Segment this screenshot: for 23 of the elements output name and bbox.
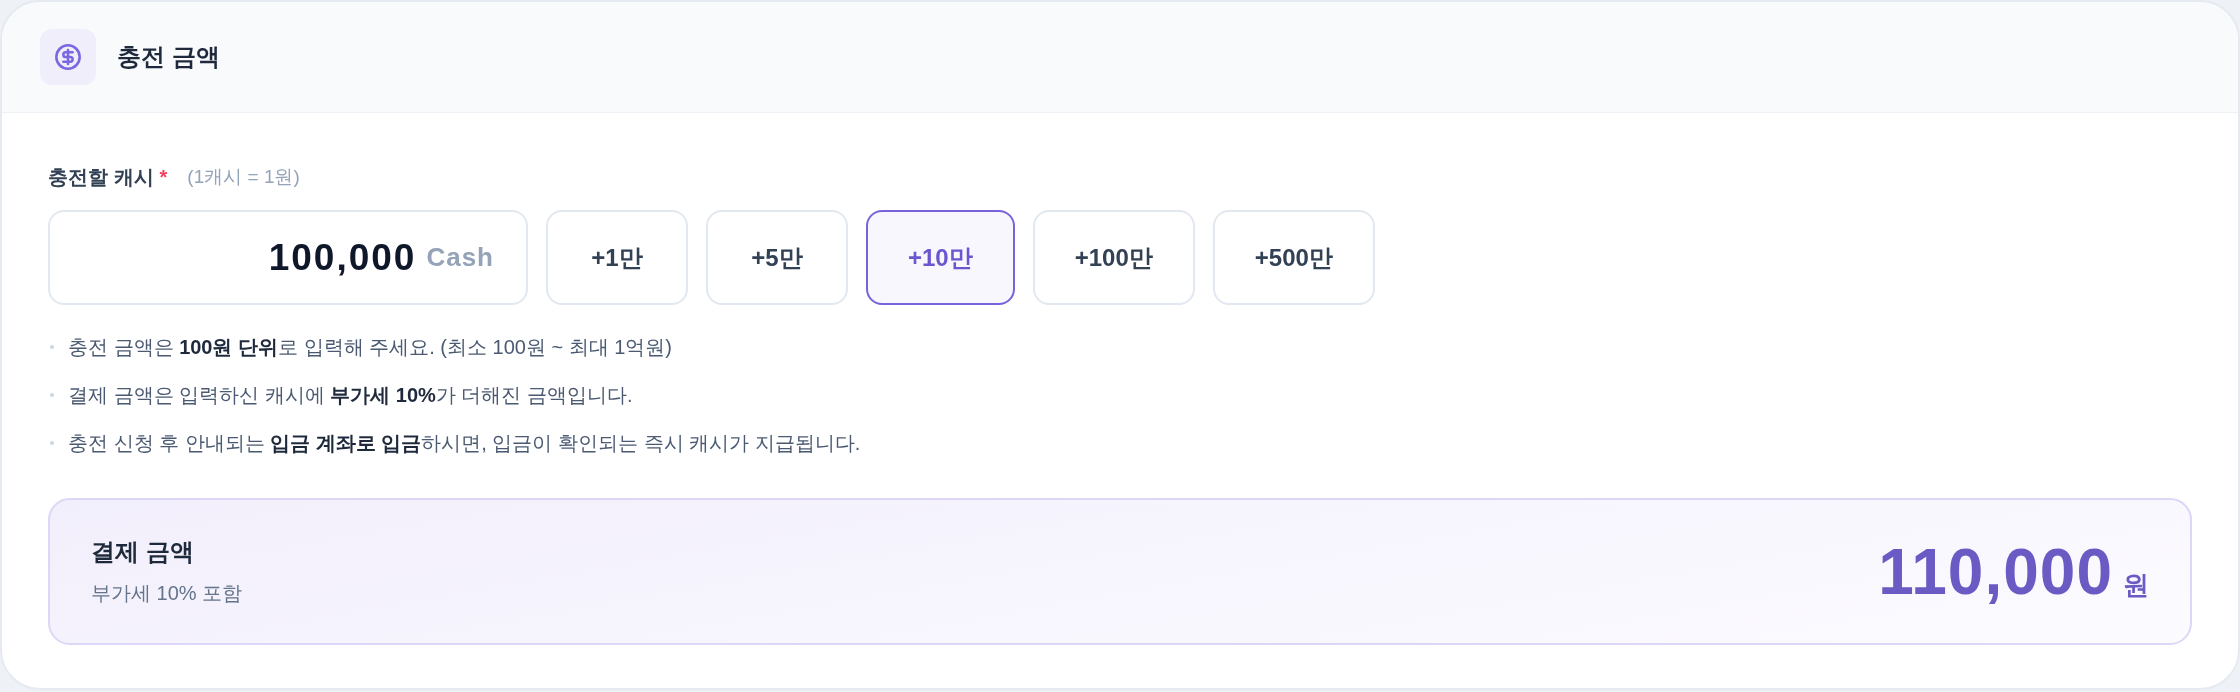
quick-amount-button[interactable]: +1만 bbox=[546, 210, 688, 305]
required-mark: * bbox=[159, 165, 168, 189]
dollar-coin-icon bbox=[40, 29, 96, 85]
note-text: 결제 금액은 입력하신 캐시에 부가세 10%가 더해진 금액입니다. bbox=[68, 382, 633, 408]
field-label: 충전할 캐시 bbox=[48, 164, 154, 190]
amount-input[interactable]: 100,000 bbox=[258, 235, 417, 280]
bullet-dot-icon bbox=[50, 345, 54, 349]
field-hint: (1캐시 = 1원) bbox=[187, 165, 300, 189]
bullet-dot-icon bbox=[50, 441, 54, 445]
cash-amount-field[interactable]: 100,000 Cash bbox=[48, 210, 528, 305]
currency-label: 원 bbox=[2123, 568, 2149, 602]
quick-amount-button[interactable]: +500만 bbox=[1212, 210, 1375, 305]
bullet-dot-icon bbox=[50, 393, 54, 397]
quick-amount-button[interactable]: +10만 bbox=[866, 210, 1015, 305]
note-text: 충전 신청 후 안내되는 입금 계좌로 입금하시면, 입금이 확인되는 즉시 캐시가 지급됩니다. bbox=[68, 430, 861, 456]
quick-amount-button[interactable]: +5만 bbox=[706, 210, 848, 305]
summary-subtitle: 부가세 10% 포함 bbox=[91, 581, 243, 606]
summary-title: 결제 금액 bbox=[91, 537, 195, 567]
payment-amount: 110,000 bbox=[1878, 534, 2113, 609]
unit-label: Cash bbox=[426, 242, 494, 273]
note-text: 충전 금액은 100원 단위로 입력해 주세요. (최소 100원 ~ 최대 1억원) bbox=[68, 334, 672, 360]
quick-amount-button[interactable]: +100만 bbox=[1032, 210, 1195, 305]
card-title: 충전 금액 bbox=[117, 42, 220, 72]
